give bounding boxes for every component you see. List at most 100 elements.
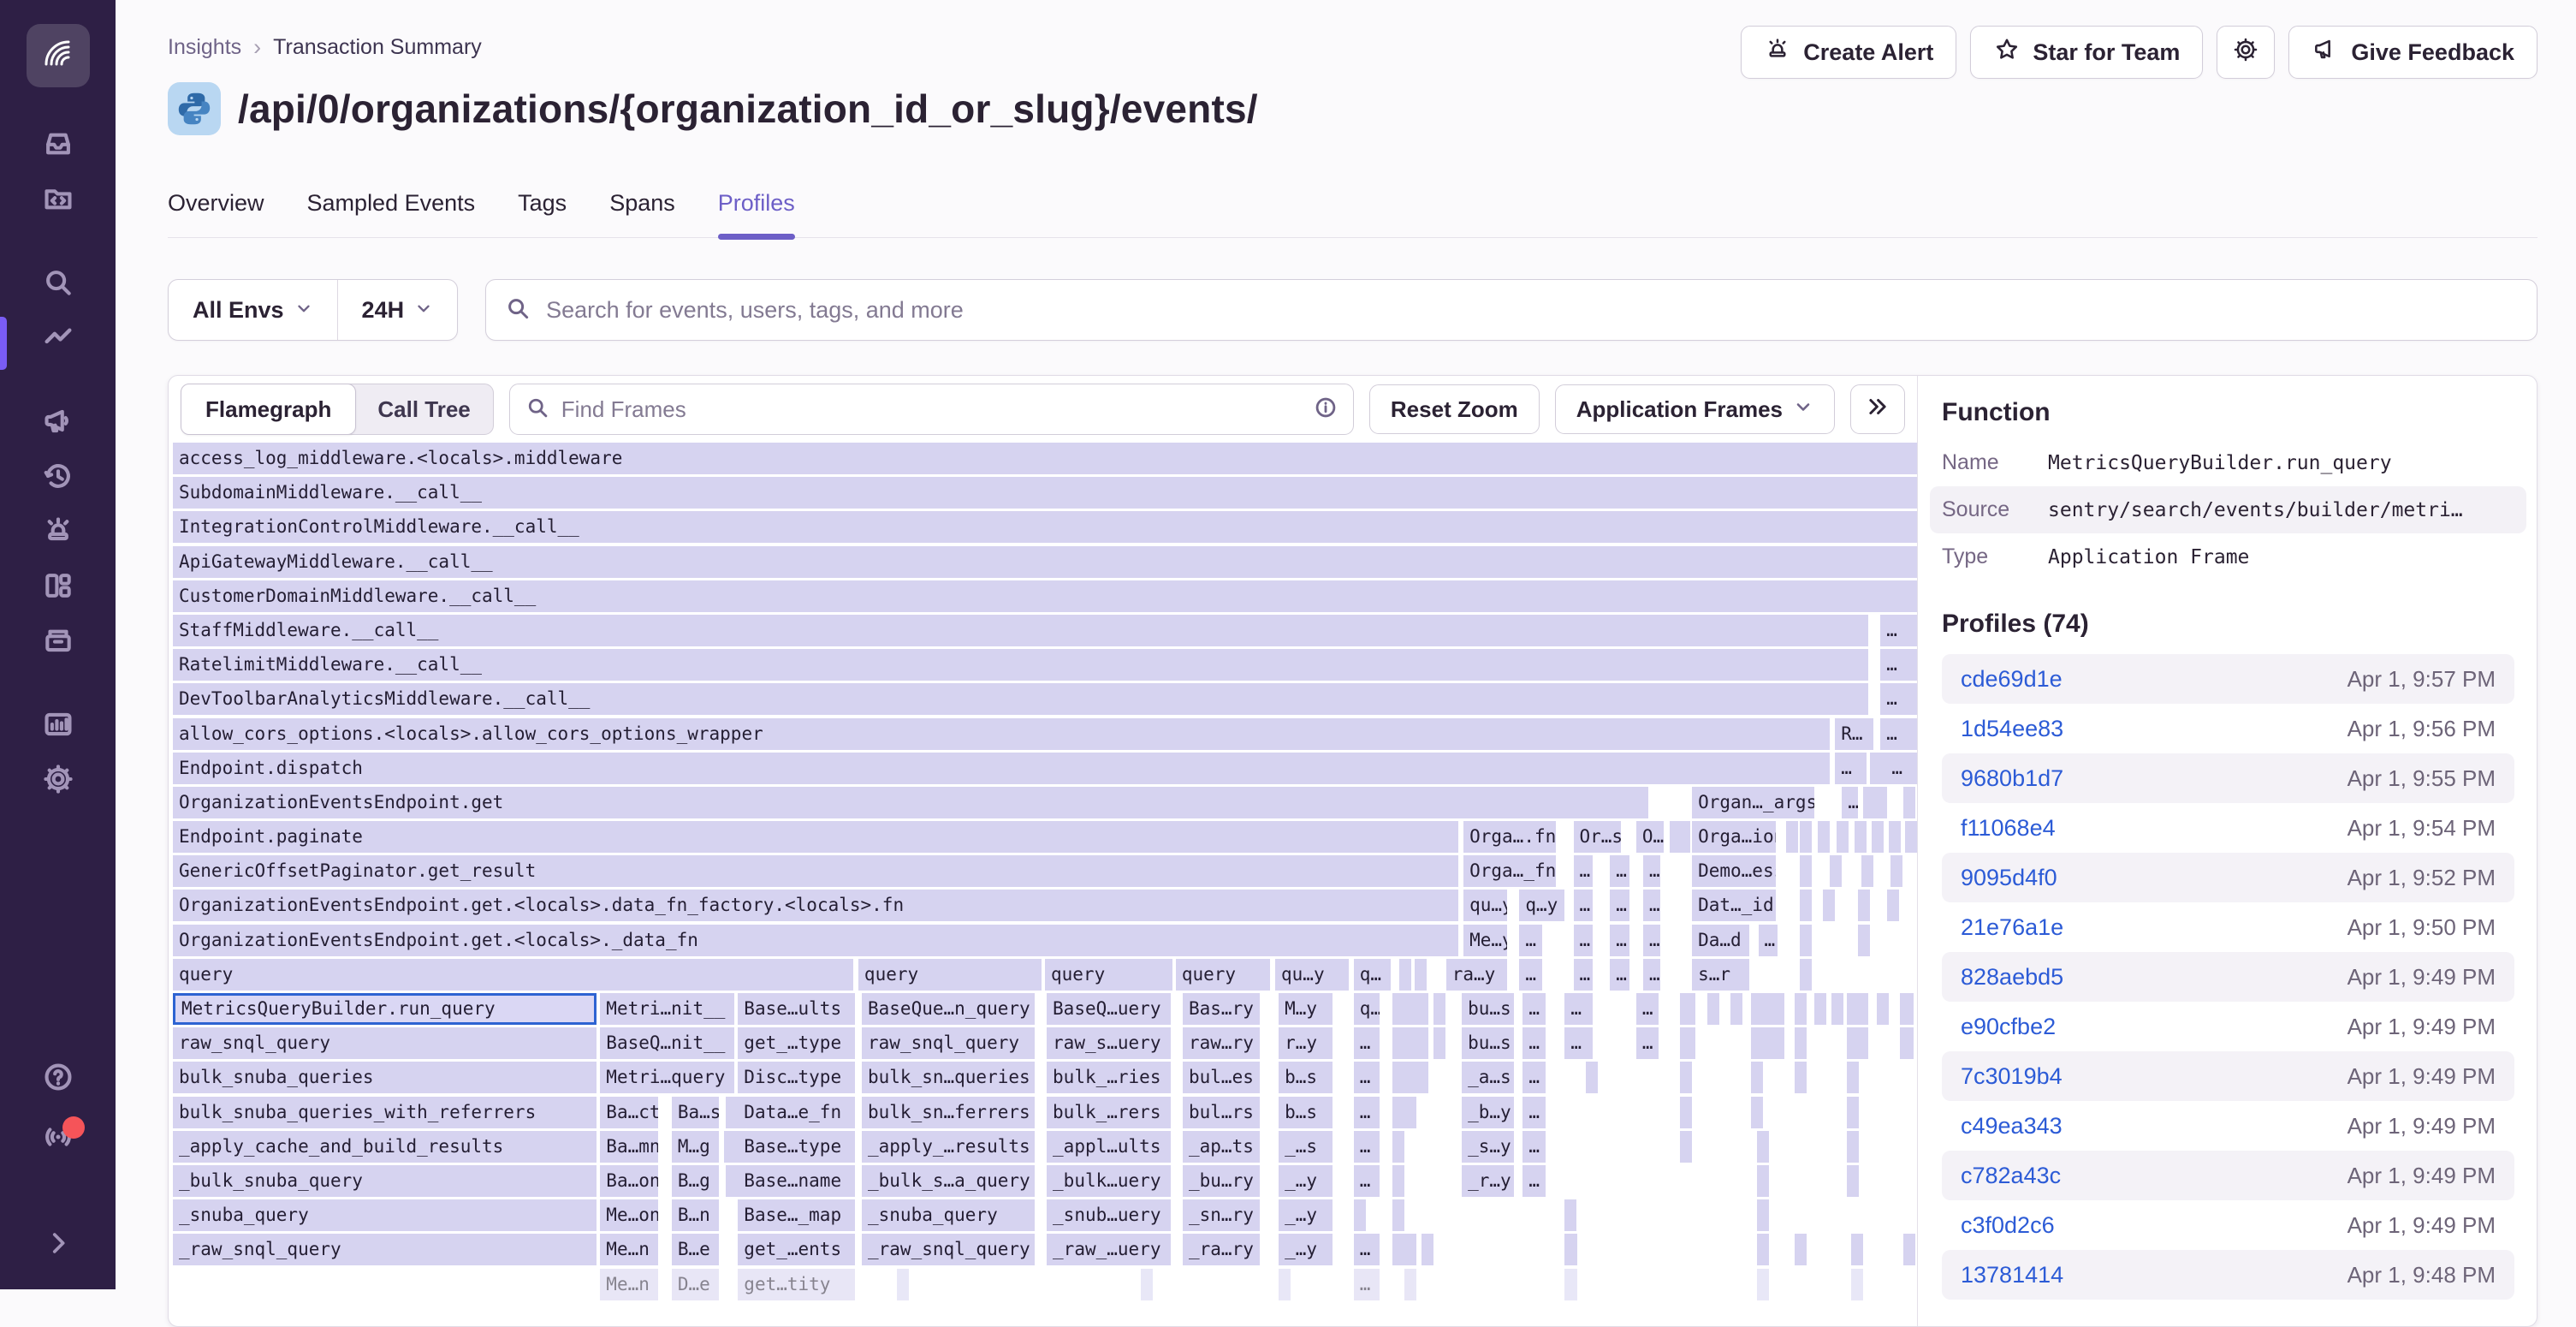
flame-frame[interactable]: Orga…_fn [1463,855,1556,887]
flame-frame[interactable]: RatelimitMiddleware.__call__ [173,649,1868,681]
flame-frame[interactable]: D…e [672,1269,719,1300]
flame-frame[interactable]: … [1574,855,1593,887]
flame-frame[interactable]: … [1643,855,1660,887]
flame-frame[interactable]: _s…y [1462,1131,1514,1163]
sidebar-item-feedback[interactable] [27,396,90,450]
flame-frame[interactable]: get_…ents [738,1234,855,1265]
breadcrumb-insights[interactable]: Insights [168,35,241,60]
flame-frame[interactable] [1404,1062,1416,1093]
sidebar-item-insights[interactable] [27,312,90,366]
flame-frame[interactable]: … [1574,925,1593,956]
flame-frame[interactable] [1889,821,1901,853]
flame-frame[interactable]: GenericOffsetPaginator.get_result [173,855,1458,887]
flame-frame[interactable]: Ba…ct [600,1097,657,1128]
flame-frame[interactable] [1586,1062,1598,1093]
flame-frame[interactable]: _r…y [1462,1165,1514,1197]
tab-overview[interactable]: Overview [168,190,264,237]
flame-frame[interactable] [1415,959,1427,991]
flame-frame[interactable]: … [1564,993,1593,1025]
flame-frame[interactable]: … [1522,1165,1545,1197]
flame-frame[interactable]: … [1519,925,1541,956]
flame-frame[interactable] [1279,1269,1291,1300]
view-flamegraph-button[interactable]: Flamegraph [181,384,356,435]
flame-frame[interactable] [1422,1234,1433,1265]
flame-frame[interactable]: _appl…ults [1047,1131,1171,1163]
flame-frame[interactable]: Me…n [600,1234,657,1265]
sidebar-item-dashboards[interactable] [27,560,90,615]
flame-frame[interactable] [1354,1199,1366,1231]
flame-frame[interactable] [1795,1027,1807,1059]
flame-frame[interactable]: _b…y [1462,1097,1514,1128]
flame-frame[interactable]: get_…type [738,1027,855,1059]
flame-frame[interactable] [1757,1131,1769,1163]
flame-frame[interactable] [1863,787,1875,818]
date-range-selector[interactable]: 24H [337,280,458,340]
flame-frame[interactable] [1890,855,1902,887]
flame-frame[interactable]: Ba…on [600,1165,657,1197]
flame-frame[interactable]: _bulk_s…a_query [862,1165,1035,1197]
flame-frame[interactable] [1831,993,1843,1025]
info-icon[interactable] [1314,396,1338,424]
flame-frame[interactable]: Base…type [738,1131,855,1163]
sidebar-expand-button[interactable] [27,1217,90,1272]
flame-frame[interactable] [1847,1131,1859,1163]
flame-frame[interactable]: … [1636,993,1659,1025]
flame-frame[interactable]: _raw_snql_query [862,1234,1035,1265]
flame-frame[interactable]: bulk_sn…queries [862,1062,1035,1093]
flame-frame[interactable] [1392,1165,1404,1197]
flame-frame[interactable]: … [1880,718,1917,750]
flame-frame[interactable]: … [1835,753,1867,784]
flame-frame[interactable]: … [1842,787,1857,818]
reset-zoom-button[interactable]: Reset Zoom [1369,384,1540,434]
flame-frame[interactable]: BaseQue…n_query [862,993,1035,1025]
flame-frame[interactable] [1564,1234,1576,1265]
flame-frame[interactable]: _…y [1279,1234,1333,1265]
flame-frame[interactable]: Organ…_args [1692,787,1814,818]
flame-frame[interactable]: _apply_cache_and_build_results [173,1131,597,1163]
flame-frame[interactable] [1847,1062,1859,1093]
find-frames-input[interactable] [560,396,1303,424]
flame-frame[interactable] [1903,787,1915,818]
profile-link[interactable]: c782a43c [1961,1163,2061,1189]
flame-frame[interactable]: _bu…ry [1183,1165,1260,1197]
flame-frame[interactable]: B…e [672,1234,719,1265]
flame-frame[interactable]: raw…ry [1183,1027,1260,1059]
flame-frame[interactable]: access_log_middleware.<locals>.middlewar… [173,443,1917,474]
flame-frame[interactable]: bulk_…ries [1047,1062,1171,1093]
flame-frame[interactable] [1905,821,1917,853]
flame-frame[interactable] [1680,1027,1695,1059]
flame-frame[interactable]: _…s [1279,1131,1333,1163]
environment-selector[interactable]: All Envs [169,280,337,340]
sidebar-item-explore[interactable] [27,257,90,312]
profile-link[interactable]: 13781414 [1961,1262,2063,1288]
flame-frame[interactable] [1887,890,1899,921]
flame-frame[interactable] [1751,1027,1784,1059]
flame-frame[interactable]: b…s [1279,1062,1333,1093]
sidebar-item-replays[interactable] [27,450,90,505]
flame-frame[interactable]: OrganizationEventsEndpoint.get.<locals>.… [173,925,1458,956]
flame-frame[interactable]: BaseQ…nit__ [600,1027,734,1059]
frame-filter-dropdown[interactable]: Application Frames [1555,384,1835,434]
flame-frame[interactable] [1847,1027,1867,1059]
flame-frame[interactable]: q…y [1519,890,1564,921]
flame-frame[interactable] [1392,1027,1404,1059]
flame-frame[interactable]: … [1519,959,1541,991]
flame-frame[interactable] [1392,1234,1404,1265]
flame-frame[interactable] [897,1269,909,1300]
flame-frame[interactable]: … [1564,1027,1593,1059]
flame-frame[interactable]: Base…name [738,1165,855,1197]
flame-frame[interactable]: bulk_snuba_queries_with_referrers [173,1097,597,1128]
flame-frame[interactable]: IntegrationControlMiddleware.__call__ [173,511,1917,543]
sidebar-item-projects[interactable] [27,173,90,228]
flame-frame[interactable]: Disc…type [738,1062,855,1093]
flame-frame[interactable] [1800,855,1812,887]
sidebar-item-settings[interactable] [27,753,90,808]
flame-frame[interactable]: … [1574,959,1593,991]
flame-frame[interactable]: Demo…ess [1692,855,1776,887]
flame-frame[interactable]: _snuba_query [862,1199,1035,1231]
flame-frame[interactable]: … [1354,1269,1380,1300]
help-button[interactable] [27,1051,90,1106]
flame-frame[interactable]: _snub…uery [1047,1199,1171,1231]
sidebar-item-alerts[interactable] [27,505,90,560]
flame-frame[interactable]: q… [1354,993,1380,1025]
